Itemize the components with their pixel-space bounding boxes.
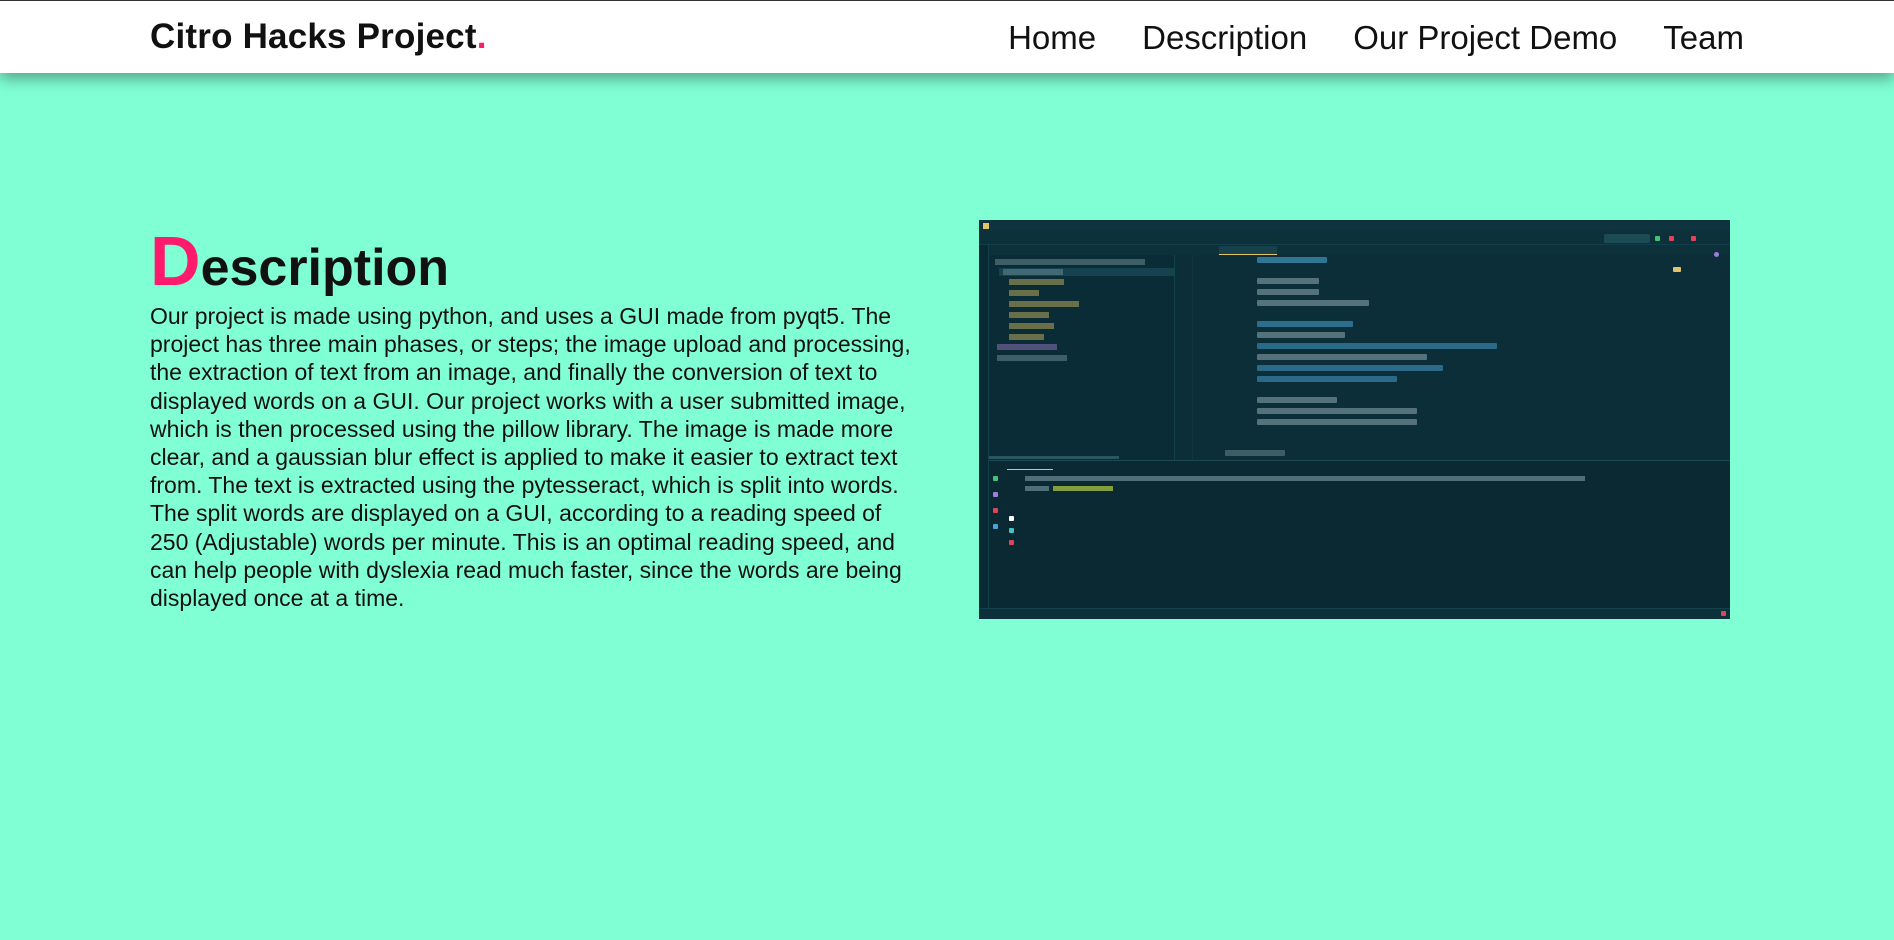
ide-run-tab <box>1007 463 1053 470</box>
ide-active-tab <box>1219 246 1277 255</box>
ide-project-tree <box>989 255 1175 460</box>
section-title: Description <box>150 226 449 296</box>
ide-horizontal-scrollbar <box>989 456 1119 459</box>
description-text: Our project is made using python, and us… <box>150 303 911 612</box>
ide-code-editor <box>1193 255 1713 460</box>
ide-run-panel <box>989 460 1730 610</box>
section-title-rest: escription <box>200 239 450 297</box>
ide-statusbar <box>979 608 1730 619</box>
ide-left-strip <box>979 245 989 619</box>
section-title-initial: D <box>150 222 201 300</box>
ide-run-command-line <box>1025 476 1585 481</box>
ide-run-output-line <box>1053 486 1113 491</box>
nav-link-home[interactable]: Home <box>1008 19 1096 57</box>
ide-menubar <box>979 220 1730 231</box>
ide-screenshot-image <box>979 220 1730 619</box>
brand-logo[interactable]: Citro Hacks Project. <box>150 17 487 57</box>
nav-link-team[interactable]: Team <box>1663 19 1744 57</box>
ide-tabs <box>979 245 1730 255</box>
ide-run-config <box>1604 234 1650 243</box>
brand-dot: . <box>476 17 487 56</box>
nav-link-description[interactable]: Description <box>1142 19 1307 57</box>
brand-name: Citro Hacks Project <box>150 17 477 56</box>
navbar: Citro Hacks Project. Home Description Ou… <box>0 0 1894 73</box>
nav-links: Home Description Our Project Demo Team <box>1008 19 1744 57</box>
nav-link-our-project-demo[interactable]: Our Project Demo <box>1353 19 1617 57</box>
ide-gutter <box>1175 255 1193 460</box>
